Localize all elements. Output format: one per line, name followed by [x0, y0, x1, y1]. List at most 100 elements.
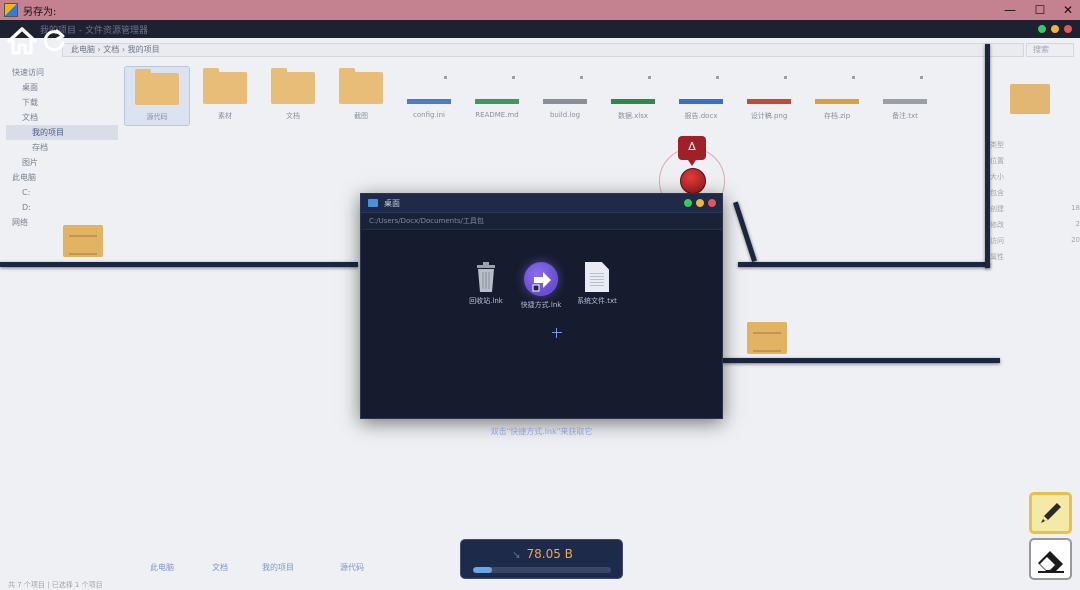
- storage-progress-fill: [473, 567, 493, 573]
- file-item[interactable]: 数据.xlsx: [600, 66, 666, 126]
- detail-row: 大小: [990, 172, 1080, 188]
- file-item[interactable]: 报告.docx: [668, 66, 734, 126]
- green-dot[interactable]: [1038, 25, 1046, 33]
- file-label: 报告.docx: [684, 112, 718, 120]
- address-bar[interactable]: 此电脑 › 文档 › 我的项目: [62, 43, 1024, 57]
- file-label: README.md: [475, 111, 519, 119]
- file-label: 备注.txt: [892, 112, 918, 120]
- os-titlebar: 另存为: — ☐ ✕: [0, 0, 1080, 20]
- file-icon: [407, 72, 451, 104]
- breadcrumb-item[interactable]: 文档: [212, 562, 228, 573]
- floating-folder-icon[interactable]: [747, 322, 787, 354]
- file-icon: [747, 72, 791, 104]
- rail-platform: [738, 262, 990, 267]
- file-item[interactable]: README.md: [464, 66, 530, 126]
- sidebar-item[interactable]: 图片: [6, 155, 118, 170]
- file-item[interactable]: 设计稿.png: [736, 66, 802, 126]
- storage-progress-track: [473, 567, 611, 573]
- desktop-window-path: C:/Users/Docx/Documents/工具包: [361, 213, 722, 230]
- close-button[interactable]: ✕: [1053, 0, 1080, 20]
- file-item[interactable]: 备注.txt: [872, 66, 938, 126]
- folder-item[interactable]: 文档: [260, 66, 326, 126]
- sidebar-item[interactable]: 下载: [6, 95, 118, 110]
- floating-folder-icon[interactable]: [63, 225, 103, 257]
- storage-amount: 78.05 B: [526, 547, 573, 561]
- folder-icon: [339, 68, 383, 104]
- detail-value: 20: [1071, 236, 1080, 244]
- icon-label: 快捷方式.lnk: [520, 301, 562, 309]
- cursor-icon: ↘: [512, 550, 521, 561]
- file-item[interactable]: 存档.zip: [804, 66, 870, 126]
- desktop-window-titlebar[interactable]: 桌面: [361, 194, 722, 213]
- eraser-tool-button[interactable]: [1029, 538, 1072, 580]
- detail-key: 大小: [990, 173, 1004, 181]
- red-dot[interactable]: [1064, 25, 1072, 33]
- search-input[interactable]: 搜索: [1026, 43, 1074, 57]
- sidebar-item[interactable]: 此电脑: [6, 170, 118, 185]
- storage-value: ↘ 78.05 B: [461, 547, 624, 561]
- yellow-dot[interactable]: [1051, 25, 1059, 33]
- folder-item[interactable]: 源代码: [124, 66, 190, 126]
- pencil-icon: [1040, 503, 1061, 523]
- folder-icon: [135, 69, 179, 105]
- maximize-button[interactable]: ☐: [1025, 0, 1055, 20]
- sidebar-item[interactable]: C:: [6, 185, 118, 200]
- folder-item[interactable]: 截图: [328, 66, 394, 126]
- file-label: 存档.zip: [823, 112, 851, 120]
- hint-text: 双击"快捷方式.lnk"来获取它: [490, 427, 593, 436]
- sidebar-item[interactable]: D:: [6, 200, 118, 215]
- breadcrumb-item[interactable]: 此电脑: [150, 562, 174, 573]
- sidebar-item[interactable]: 快速访问: [6, 65, 118, 80]
- folder-item[interactable]: 素材: [192, 66, 258, 126]
- refresh-icon[interactable]: [41, 28, 67, 54]
- trash-icon: [475, 262, 497, 292]
- desktop-window-title: 桌面: [384, 198, 400, 208]
- pencil-tool-button[interactable]: [1029, 492, 1072, 534]
- rail-platform: [723, 358, 1000, 363]
- breadcrumb-item[interactable]: 源代码: [340, 562, 364, 573]
- icon-label: 回收站.lnk: [469, 297, 503, 305]
- shortcut-file[interactable]: 快捷方式.lnk: [511, 262, 571, 310]
- status-bar: 共 7 个项目 | 已选择 1 个项目: [8, 581, 103, 589]
- file-label: 源代码: [146, 113, 168, 121]
- recycle-bin-shortcut[interactable]: 回收站.lnk: [456, 262, 516, 306]
- file-item[interactable]: build.log: [532, 66, 598, 126]
- enemy-alert-bubble: Δ: [678, 136, 706, 166]
- sidebar-item[interactable]: 存档: [6, 140, 118, 155]
- icon-label: 系统文件.txt: [577, 297, 617, 305]
- file-icon: [679, 72, 723, 104]
- file-item[interactable]: config.ini: [396, 66, 462, 126]
- detail-row: 访问 20: [990, 236, 1080, 252]
- minimize-button[interactable]: —: [995, 0, 1025, 20]
- eraser-icon: [1037, 551, 1064, 573]
- sidebar-item[interactable]: 桌面: [6, 80, 118, 95]
- file-icon: [611, 72, 655, 104]
- app-icon: [4, 3, 18, 17]
- yellow-dot[interactable]: [696, 199, 704, 207]
- rail-wall: [985, 44, 990, 268]
- system-text-file[interactable]: 系统文件.txt: [567, 262, 627, 306]
- home-icon[interactable]: [7, 27, 37, 55]
- folder-icon: [368, 199, 378, 207]
- shortcut-arrow-icon: [524, 262, 558, 296]
- green-dot[interactable]: [684, 199, 692, 207]
- file-icon: [815, 72, 859, 104]
- detail-value: 18: [1071, 204, 1080, 212]
- detail-row: 修改 2: [990, 220, 1080, 236]
- detail-key: 类型: [990, 141, 1004, 149]
- detail-key: 位置: [990, 157, 1004, 165]
- text-file-icon: [585, 262, 609, 292]
- detail-row: 类型: [990, 140, 1080, 156]
- breadcrumb-item[interactable]: 我的项目: [262, 562, 294, 573]
- sidebar-item[interactable]: 文档: [6, 110, 118, 125]
- file-icon: [883, 72, 927, 104]
- red-dot[interactable]: [708, 199, 716, 207]
- detail-key: 访问: [990, 237, 1004, 245]
- folder-icon: [271, 68, 315, 104]
- details-panel: 类型 位置 大小 包含 创建 18 修改 2 访问 20 属性: [990, 140, 1080, 268]
- file-grid: 源代码 素材 文档 截图 config.ini README.md build.log 数据.…: [124, 66, 938, 126]
- detail-row: 属性: [990, 252, 1080, 268]
- sidebar-item[interactable]: 我的项目: [6, 125, 118, 140]
- file-label: 设计稿.png: [750, 112, 788, 120]
- explorer-titlebar: 我的项目 - 文件资源管理器: [0, 20, 1080, 38]
